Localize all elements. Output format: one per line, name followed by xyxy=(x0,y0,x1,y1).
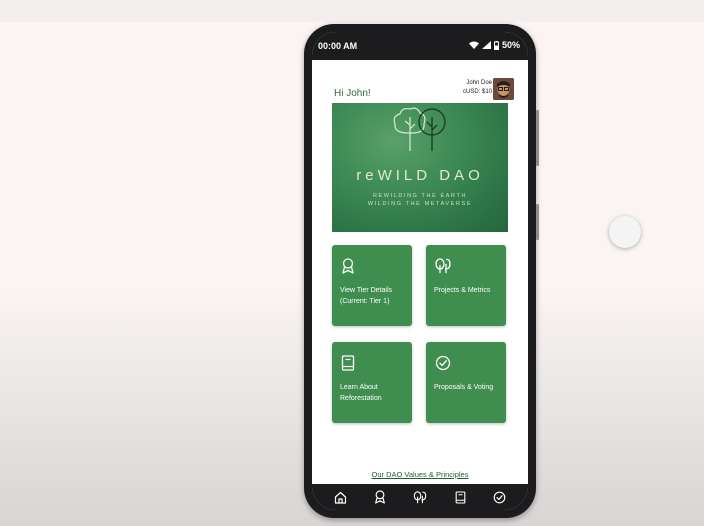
hero-subtitle: REWILDING THE EARTH xyxy=(372,193,468,199)
side-button xyxy=(536,110,539,166)
tile-label: Projects & Metrics xyxy=(434,287,491,294)
battery-percent: 50% xyxy=(501,40,520,50)
floating-assistive-button[interactable] xyxy=(609,216,641,248)
hero-subtitle: WILDING THE METAVERSE xyxy=(367,201,473,207)
hero-title: reWILD DAO xyxy=(356,167,484,184)
bottom-nav xyxy=(312,484,528,510)
book-icon xyxy=(455,490,466,504)
proposals-voting-tile[interactable]: Proposals & Voting xyxy=(426,342,506,423)
status-bar: 00:00 AM 50% xyxy=(312,32,528,60)
user-info: John Doe cUSD: $10 xyxy=(463,79,492,97)
battery-icon xyxy=(493,40,499,50)
balance: cUSD: $10 xyxy=(462,89,492,95)
side-button xyxy=(536,204,539,240)
tile-label: View Tier Details (Current: Tier 1) xyxy=(340,287,393,305)
nav-tier[interactable] xyxy=(374,490,386,504)
hero-banner: reWILD DAO REWILDING THE EARTH WILDING T… xyxy=(332,103,508,232)
user-name: John Doe xyxy=(466,80,492,86)
check-circle-icon xyxy=(493,491,506,503)
window-top-strip xyxy=(0,0,704,22)
book-icon xyxy=(341,355,355,371)
wifi-icon xyxy=(468,41,479,49)
avatar[interactable] xyxy=(493,78,514,100)
nav-projects[interactable] xyxy=(413,490,427,504)
phone-screen: 00:00 AM 50% Hi John! John Doe cUSD: $10… xyxy=(312,32,528,510)
trees-icon xyxy=(435,258,451,273)
signal-icon xyxy=(481,41,491,49)
award-icon xyxy=(342,258,354,274)
tile-label: Learn About Reforestation xyxy=(340,384,382,402)
dao-values-link[interactable]: Our DAO Values & Principles xyxy=(312,470,528,479)
trees-logo-icon xyxy=(393,107,446,151)
check-circle-icon xyxy=(435,355,451,371)
nav-learn[interactable] xyxy=(455,490,466,504)
greeting: Hi John! xyxy=(334,88,371,99)
phone-frame: 00:00 AM 50% Hi John! John Doe cUSD: $10… xyxy=(304,24,539,518)
home-icon xyxy=(334,491,346,504)
main-content: Hi John! John Doe cUSD: $10 reWILD DAO R… xyxy=(312,60,528,484)
view-tier-details-tile[interactable]: View Tier Details (Current: Tier 1) xyxy=(332,245,412,326)
trees-icon xyxy=(414,490,427,503)
nav-home[interactable] xyxy=(334,491,347,504)
learn-reforestation-tile[interactable]: Learn About Reforestation xyxy=(332,342,412,423)
status-time: 00:00 AM xyxy=(318,41,358,51)
award-icon xyxy=(375,490,385,504)
status-icons: 50% xyxy=(468,40,520,50)
tile-label: Proposals & Voting xyxy=(434,384,494,391)
nav-proposals[interactable] xyxy=(493,491,506,504)
projects-metrics-tile[interactable]: Projects & Metrics xyxy=(426,245,506,326)
